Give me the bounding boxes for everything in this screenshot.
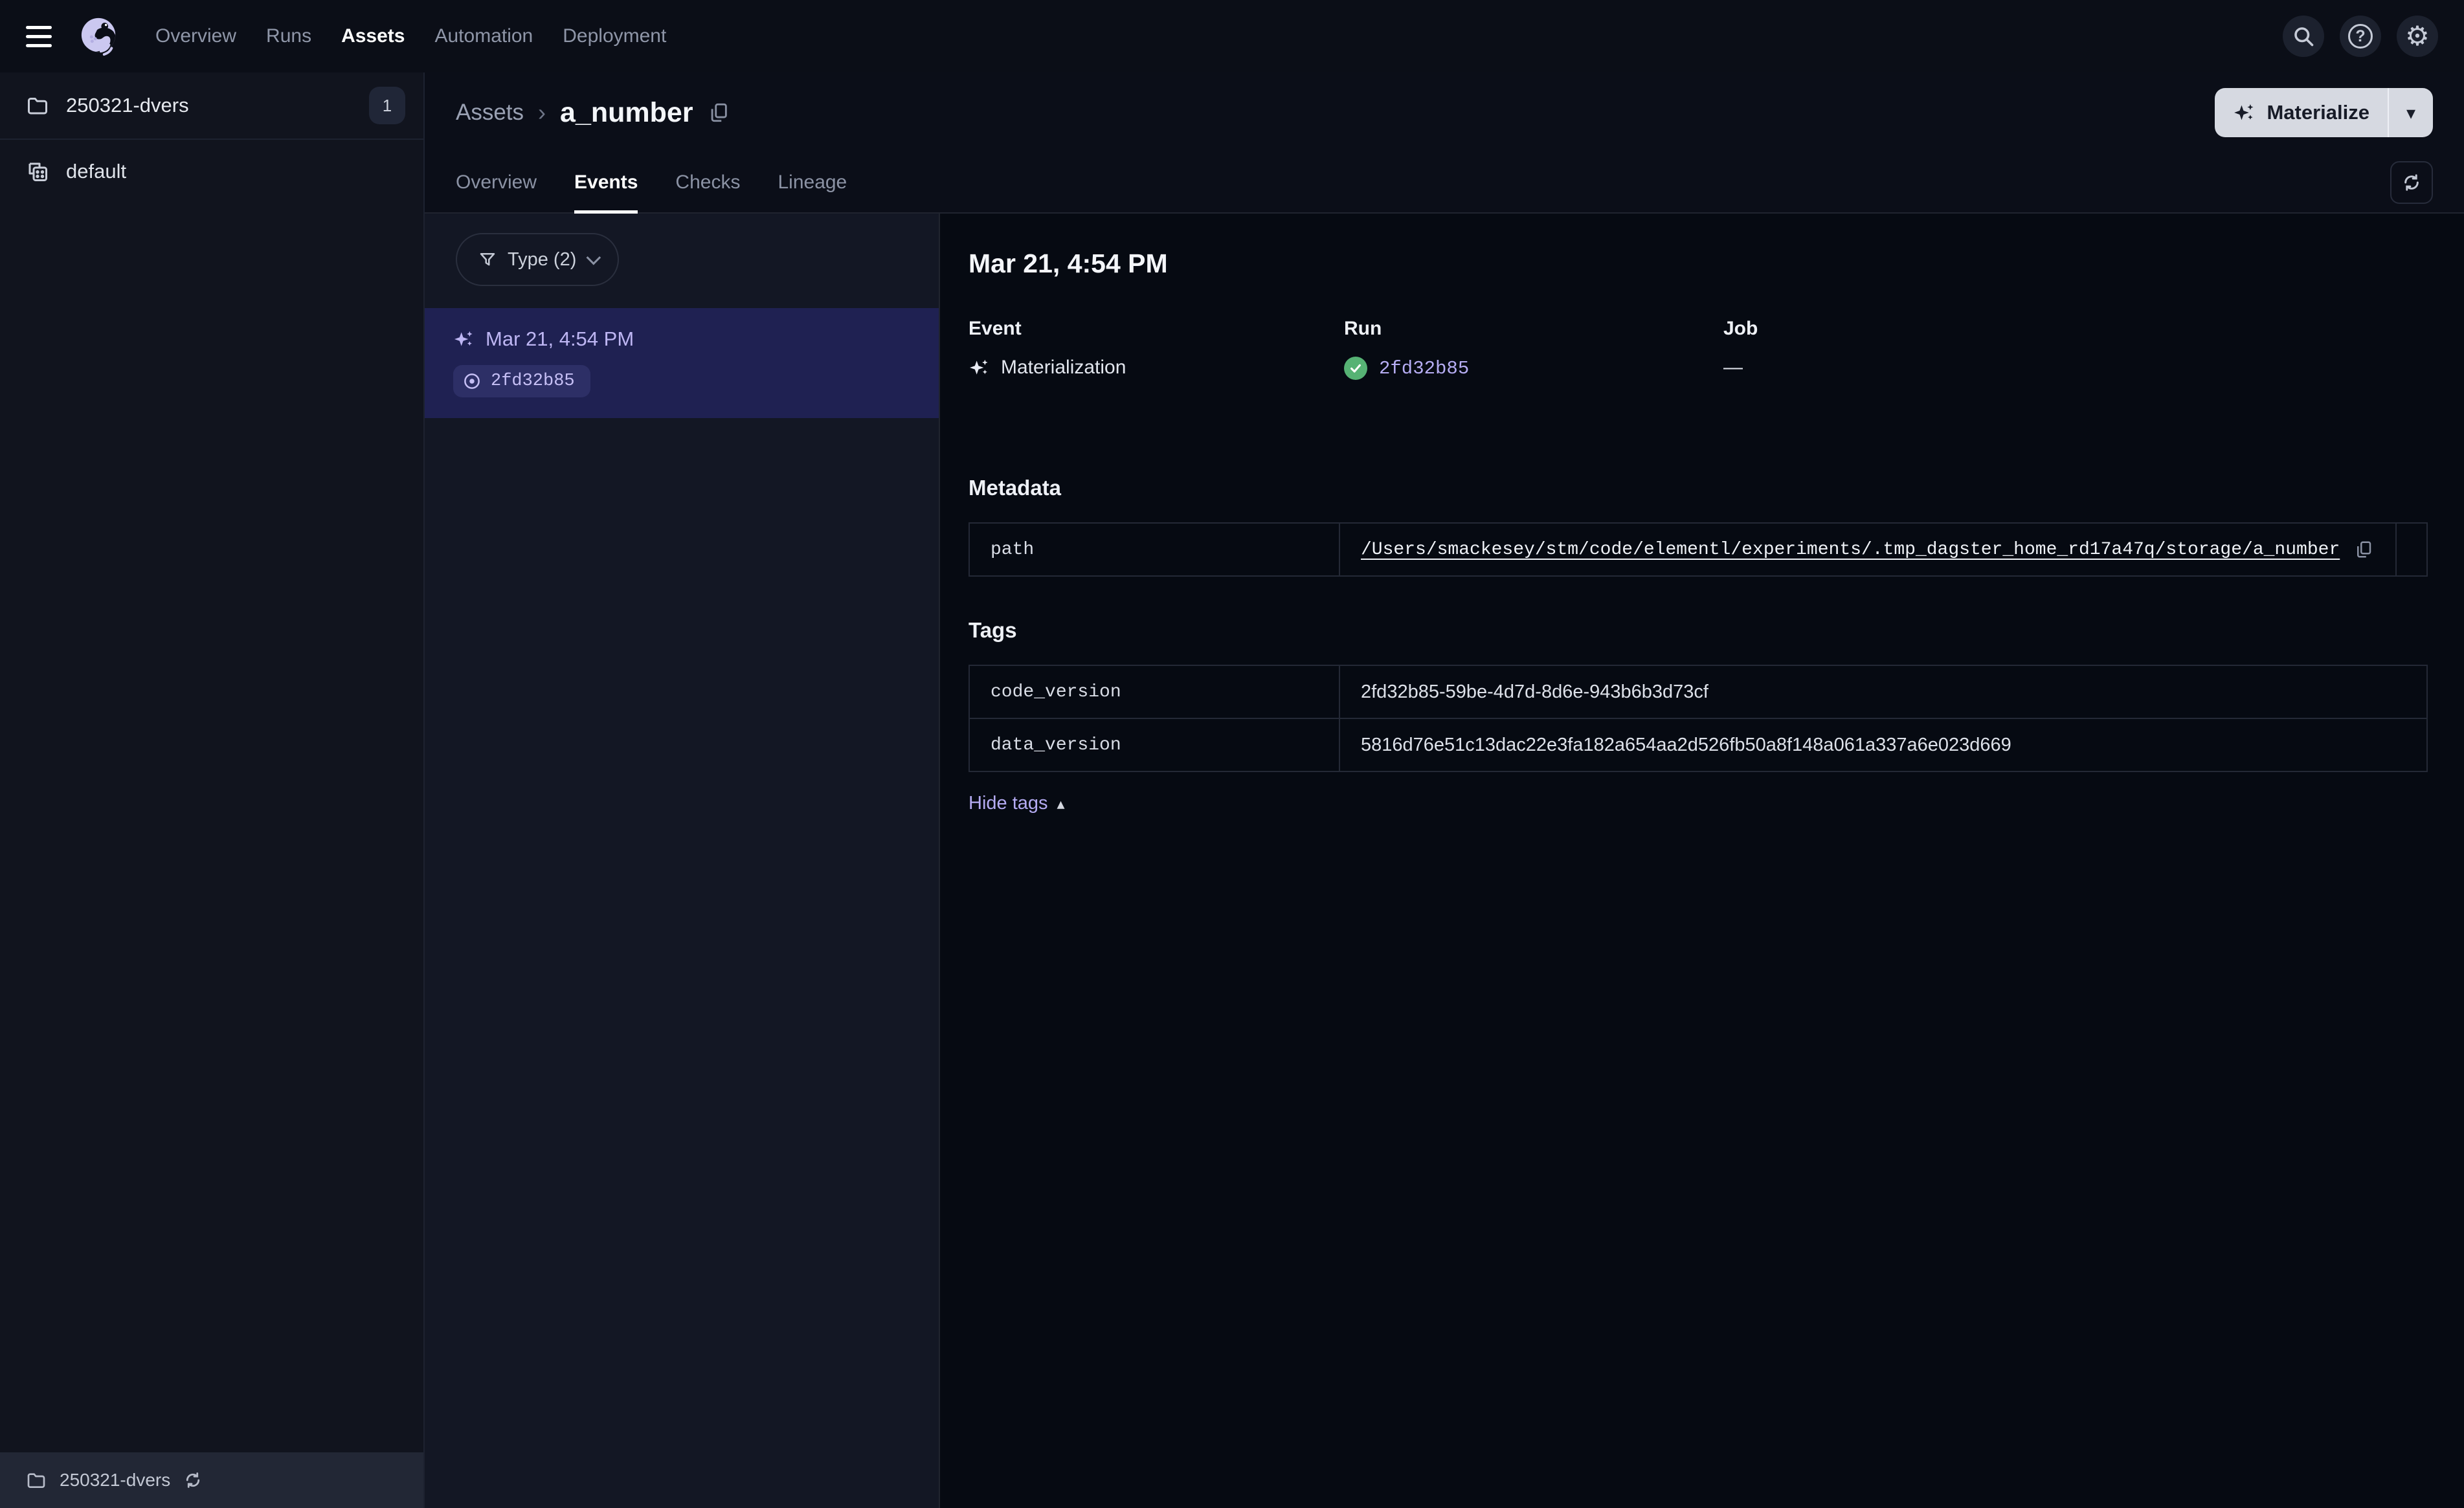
- search-button[interactable]: [2283, 16, 2324, 57]
- help-icon: ?: [2348, 24, 2373, 49]
- materialize-split-button: Materialize ▾: [2215, 88, 2433, 137]
- materialize-dropdown-button[interactable]: ▾: [2389, 88, 2433, 137]
- table-row: path /Users/smackesey/stm/code/elementl/…: [970, 524, 2426, 575]
- caret-up-icon: ▴: [1057, 794, 1065, 813]
- event-detail-panel: Mar 21, 4:54 PM Event Materialization Ru…: [940, 214, 2464, 1508]
- asset-tabs: Overview Events Checks Lineage: [425, 153, 2464, 214]
- sync-icon[interactable]: [183, 1470, 203, 1490]
- breadcrumb: Assets › a_number Materialize ▾: [425, 72, 2464, 153]
- job-column: Job —: [1723, 318, 2428, 380]
- sidebar-item-label: default: [66, 160, 127, 183]
- sidebar-footer: 250321-dvers: [0, 1452, 423, 1508]
- page-title: a_number: [560, 96, 693, 128]
- event-type-label: Materialization: [1001, 357, 1126, 378]
- asset-sidebar: 250321-dvers 1 default 250321-dvers: [0, 72, 425, 1508]
- help-button[interactable]: ?: [2340, 16, 2381, 57]
- run-column: Run 2fd32b85: [1344, 318, 1723, 380]
- sidebar-group-label: 250321-dvers: [66, 94, 189, 116]
- metadata-section: Metadata path /Users/smackesey/stm/code/…: [969, 476, 2428, 577]
- refresh-button[interactable]: [2390, 161, 2433, 204]
- asset-count-badge: 1: [369, 87, 405, 124]
- asset-group-icon: [28, 162, 47, 181]
- nav-automation[interactable]: Automation: [434, 25, 533, 47]
- events-list-panel: Type (2) Mar 21, 4:54 PM 2fd32b85: [425, 214, 940, 1508]
- footer-location-label: 250321-dvers: [60, 1470, 171, 1490]
- hide-tags-label: Hide tags: [969, 793, 1048, 814]
- event-type-value: Materialization: [969, 357, 1344, 379]
- tags-section: Tags code_version 2fd32b85-59be-4d7d-8d6…: [969, 618, 2428, 814]
- copy-icon: [2357, 541, 2371, 558]
- sidebar-group-row[interactable]: 250321-dvers 1: [0, 72, 423, 140]
- copy-path-button[interactable]: [2354, 540, 2373, 559]
- asset-header: Assets › a_number Materialize ▾ Overview…: [425, 72, 2464, 214]
- caret-down-icon: ▾: [2406, 102, 2416, 123]
- materialization-sparkle-icon: [970, 359, 988, 375]
- gear-icon: ⚙: [2405, 20, 2430, 52]
- sparkle-icon: [2234, 104, 2254, 120]
- table-row: code_version 2fd32b85-59be-4d7d-8d6e-943…: [970, 666, 2426, 718]
- event-column-header: Event: [969, 318, 1022, 339]
- event-run-badge[interactable]: 2fd32b85: [453, 365, 590, 397]
- dagster-logo[interactable]: [79, 16, 119, 56]
- search-icon: [2294, 27, 2314, 47]
- folder-icon: [28, 98, 47, 115]
- job-value: —: [1723, 357, 1743, 378]
- chevron-down-icon: [586, 250, 601, 265]
- event-column: Event Materialization: [969, 318, 1344, 380]
- tag-key-cell: data_version: [970, 719, 1340, 771]
- tag-key-cell: code_version: [970, 666, 1340, 718]
- materialization-sparkle-icon: [454, 331, 473, 346]
- copy-icon: [711, 103, 727, 122]
- event-list-item-selected[interactable]: Mar 21, 4:54 PM 2fd32b85: [425, 308, 939, 418]
- tab-overview[interactable]: Overview: [456, 153, 537, 212]
- sidebar-item-default[interactable]: default: [0, 140, 423, 203]
- filter-funnel-icon: [480, 253, 495, 266]
- run-id-link[interactable]: 2fd32b85: [1379, 358, 1469, 379]
- path-link[interactable]: /Users/smackesey/stm/code/elementl/exper…: [1361, 540, 2340, 560]
- chevron-right-icon: ›: [538, 99, 546, 126]
- topbar: Overview Runs Assets Automation Deployme…: [0, 0, 2464, 72]
- table-row: data_version 5816d76e51c13dac22e3fa182a6…: [970, 718, 2426, 771]
- nav-runs[interactable]: Runs: [266, 25, 311, 47]
- main-panel: Assets › a_number Materialize ▾ Overview…: [425, 72, 2464, 1508]
- metadata-end-cell: [2395, 524, 2426, 575]
- type-filter-label: Type (2): [508, 249, 577, 270]
- event-detail-title: Mar 21, 4:54 PM: [969, 249, 1168, 278]
- metadata-value-cell: /Users/smackesey/stm/code/elementl/exper…: [1340, 524, 2395, 575]
- nav-assets[interactable]: Assets: [341, 25, 405, 47]
- materialize-label: Materialize: [2267, 101, 2369, 124]
- event-run-id: 2fd32b85: [491, 371, 575, 391]
- nav-overview[interactable]: Overview: [155, 25, 236, 47]
- event-timestamp: Mar 21, 4:54 PM: [486, 327, 634, 350]
- tag-value-cell: 5816d76e51c13dac22e3fa182a654aa2d526fb50…: [1361, 734, 2011, 755]
- tags-table: code_version 2fd32b85-59be-4d7d-8d6e-943…: [969, 665, 2428, 772]
- sync-icon: [2404, 174, 2419, 191]
- tag-value-cell: 2fd32b85-59be-4d7d-8d6e-943b6b3d73cf: [1361, 681, 1708, 702]
- tab-checks[interactable]: Checks: [675, 153, 740, 212]
- copy-asset-name-button[interactable]: [708, 102, 730, 124]
- materialize-button[interactable]: Materialize: [2215, 88, 2388, 137]
- type-filter-button[interactable]: Type (2): [456, 233, 620, 286]
- run-status-icon: [464, 373, 480, 389]
- metadata-heading: Metadata: [969, 476, 1062, 500]
- breadcrumb-assets-link[interactable]: Assets: [456, 100, 524, 126]
- event-summary-columns: Event Materialization Run 2fd32b85 Job —: [969, 318, 2428, 380]
- run-column-header: Run: [1344, 318, 1382, 339]
- run-success-icon: [1344, 357, 1367, 380]
- hamburger-menu-icon[interactable]: [26, 18, 62, 54]
- metadata-table: path /Users/smackesey/stm/code/elementl/…: [969, 522, 2428, 577]
- folder-icon: [27, 1473, 45, 1488]
- tab-events[interactable]: Events: [574, 153, 638, 214]
- event-time-row: Mar 21, 4:54 PM: [453, 327, 910, 351]
- metadata-key-cell: path: [970, 524, 1340, 575]
- main-nav: Overview Runs Assets Automation Deployme…: [155, 25, 666, 47]
- tags-heading: Tags: [969, 618, 1017, 642]
- job-column-header: Job: [1723, 318, 1758, 339]
- tab-lineage[interactable]: Lineage: [778, 153, 847, 212]
- hide-tags-toggle[interactable]: Hide tags ▴: [969, 793, 1065, 814]
- topbar-actions: ? ⚙: [2283, 16, 2438, 57]
- settings-button[interactable]: ⚙: [2397, 16, 2438, 57]
- nav-deployment[interactable]: Deployment: [563, 25, 666, 47]
